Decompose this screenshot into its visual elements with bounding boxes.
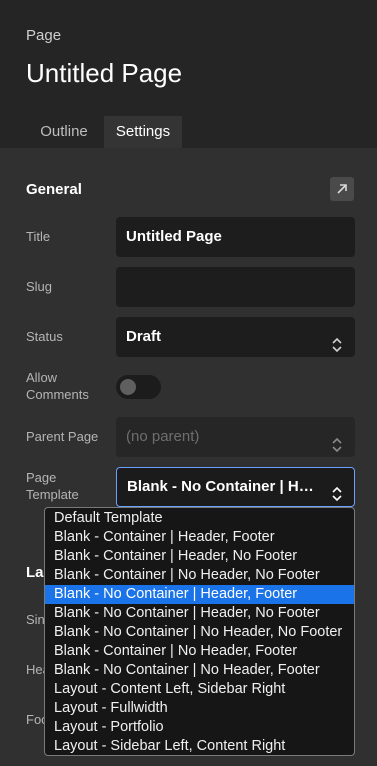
toggle-knob [120, 379, 136, 395]
allow-comments-toggle[interactable] [116, 375, 161, 399]
layout-row-label-1: Sin [26, 612, 45, 627]
status-value: Draft [126, 328, 162, 345]
template-option[interactable]: Layout - Sidebar Left, Content Right [45, 737, 354, 755]
template-option[interactable]: Blank - No Container | No Header, Footer [45, 661, 354, 680]
template-option[interactable]: Blank - No Container | No Header, No Foo… [45, 623, 354, 642]
status-select[interactable]: Draft [116, 317, 355, 357]
layout-heading: La [26, 564, 44, 581]
page-template-dropdown[interactable]: Default Template Blank - Container | Hea… [44, 507, 355, 756]
template-option[interactable]: Default Template [45, 509, 354, 528]
page-header: Page Untitled Page Outline Settings [0, 0, 377, 148]
page-template-value: Blank - No Container | Header, Footer [127, 478, 355, 495]
tab-outline[interactable]: Outline [26, 116, 102, 148]
status-label: Status [26, 329, 63, 344]
parent-page-select[interactable]: (no parent) [116, 417, 355, 457]
page-template-select[interactable]: Blank - No Container | Header, Footer [116, 467, 355, 507]
template-option[interactable]: Layout - Fullwidth [45, 699, 354, 718]
tab-settings[interactable]: Settings [104, 116, 182, 148]
open-external-button[interactable] [330, 177, 354, 201]
chevron-updown-icon [331, 429, 343, 457]
title-label: Title [26, 229, 51, 244]
parent-page-value: (no parent) [126, 428, 200, 445]
template-option[interactable]: Blank - Container | Header, Footer [45, 528, 354, 547]
template-option-selected[interactable]: Blank - No Container | Header, Footer [45, 585, 354, 604]
template-option[interactable]: Blank - Container | Header, No Footer [45, 547, 354, 566]
allow-comments-label: Allow Comments [26, 370, 89, 402]
template-option[interactable]: Blank - Container | No Header, No Footer [45, 566, 354, 585]
chevron-updown-icon [331, 329, 343, 357]
parent-page-label: Parent Page [26, 429, 99, 444]
general-heading: General [26, 181, 82, 198]
slug-input[interactable] [116, 267, 355, 307]
title-input[interactable]: Untitled Page [116, 217, 355, 257]
template-option[interactable]: Layout - Content Left, Sidebar Right [45, 680, 354, 699]
template-option[interactable]: Layout - Portfolio [45, 718, 354, 737]
page-template-label: Page Template [26, 470, 79, 502]
page-title: Untitled Page [26, 58, 183, 88]
slug-label: Slug [26, 279, 53, 294]
chevron-updown-icon [331, 479, 343, 506]
template-option[interactable]: Blank - Container | No Header, Footer [45, 642, 354, 661]
template-option[interactable]: Blank - No Container | Header, No Footer [45, 604, 354, 623]
breadcrumb: Page [26, 27, 62, 44]
